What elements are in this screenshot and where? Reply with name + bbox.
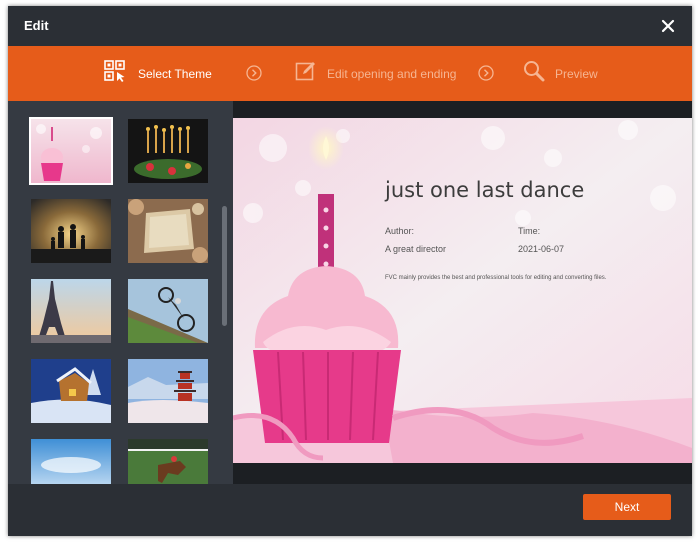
time-label: Time: xyxy=(518,226,541,236)
edit-icon xyxy=(295,60,317,87)
step-preview[interactable]: Preview xyxy=(523,46,598,101)
cupcake-theme[interactable] xyxy=(29,117,113,185)
preview-image: just one last dance Author: A great dire… xyxy=(233,118,692,463)
time-value: 2021-06-07 xyxy=(518,244,565,254)
motocross-theme[interactable] xyxy=(128,279,208,343)
footer-bar: Next xyxy=(8,484,692,536)
theme-list[interactable] xyxy=(8,101,233,484)
close-icon[interactable] xyxy=(658,16,678,36)
magnifier-icon xyxy=(523,60,545,87)
pagoda-theme[interactable] xyxy=(128,359,208,423)
select-theme-icon xyxy=(104,60,128,87)
window-title: Edit xyxy=(24,18,49,33)
edit-window: Edit Select Theme Edit opening and endin… xyxy=(8,6,692,536)
step-select-theme[interactable]: Select Theme xyxy=(104,46,212,101)
author-value: A great director xyxy=(385,244,447,254)
author-label: Author: xyxy=(385,226,415,236)
step-label: Edit opening and ending xyxy=(327,66,457,81)
birthday-candles-theme[interactable] xyxy=(128,119,208,183)
preview-description: FVC mainly provides the best and profess… xyxy=(385,275,607,281)
sunset-family-theme[interactable] xyxy=(31,199,111,263)
next-button[interactable]: Next xyxy=(583,494,671,520)
title-bar: Edit xyxy=(8,6,692,46)
preview-title: just one last dance xyxy=(385,178,585,202)
step-label: Select Theme xyxy=(138,66,212,81)
vintage-frame-theme[interactable] xyxy=(128,199,208,263)
preview-panel: just one last dance Author: A great dire… xyxy=(233,101,692,484)
eiffel-tower-theme[interactable] xyxy=(31,279,111,343)
chevron-right-icon xyxy=(246,65,262,81)
winter-cabin-theme[interactable] xyxy=(31,359,111,423)
step-edit-opening-ending[interactable]: Edit opening and ending xyxy=(295,46,456,101)
scrollbar-thumb[interactable] xyxy=(222,206,227,326)
step-bar: Select Theme Edit opening and ending Pre… xyxy=(8,46,692,101)
chevron-right-icon xyxy=(478,65,494,81)
step-label: Preview xyxy=(555,66,598,81)
horse-racing-theme[interactable] xyxy=(128,439,208,484)
sky-theme[interactable] xyxy=(31,439,111,484)
